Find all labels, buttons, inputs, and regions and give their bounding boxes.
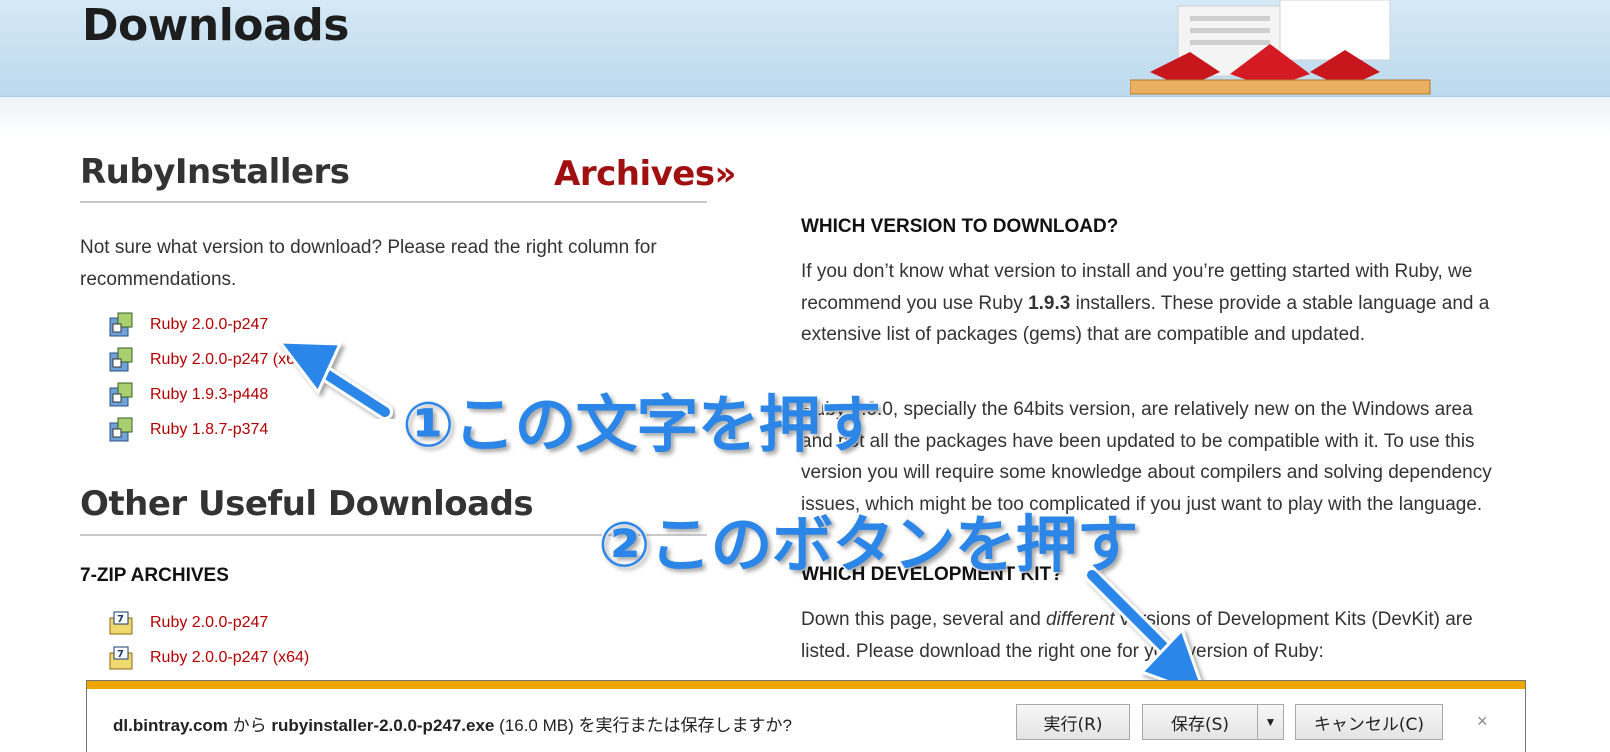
chevron-down-icon: ▼: [1264, 715, 1277, 729]
other-downloads-heading: Other Useful Downloads: [80, 484, 534, 524]
which-version-heading: WHICH VERSION TO DOWNLOAD?: [801, 216, 1119, 237]
ruby-1.9.3-p448-link[interactable]: Ruby 1.9.3-p448: [150, 386, 268, 404]
ruby-gems-illustration-icon: [1130, 0, 1431, 95]
which-version-paragraph-1: If you don’t know what version to instal…: [801, 256, 1501, 351]
save-options-dropdown[interactable]: ▼: [1258, 704, 1284, 740]
text-fragment: から: [227, 716, 272, 735]
7zip-archive-icon: 7: [109, 611, 133, 634]
installers-divider: [80, 201, 707, 203]
download-question: を実行または保存しますか?: [578, 716, 792, 735]
cancel-button[interactable]: キャンセル(C): [1295, 704, 1443, 740]
7zip-archive-icon: 7: [109, 646, 133, 669]
header-shadow: [0, 97, 1610, 137]
list-item: Ruby 1.9.3-p448: [108, 377, 309, 412]
page-title: Downloads: [82, 0, 349, 51]
recommended-version: 1.9.3: [1028, 292, 1071, 314]
zip-ruby-2.0.0-p247-link[interactable]: Ruby 2.0.0-p247: [150, 614, 268, 632]
close-icon[interactable]: ×: [1477, 711, 1488, 732]
list-item: 7 Ruby 2.0.0-p247: [108, 605, 309, 640]
zip-ruby-2.0.0-p247-x64-link[interactable]: Ruby 2.0.0-p247 (x64): [150, 649, 309, 667]
archives-link[interactable]: Archives»: [554, 154, 737, 194]
text-fragment: Down this page, several and: [801, 609, 1047, 630]
zip-archives-heading: 7-ZIP ARCHIVES: [80, 565, 229, 586]
svg-text:7: 7: [117, 649, 124, 660]
annotation-step-1: ①この文字を押す: [401, 387, 883, 463]
list-item: Ruby 2.0.0-p247 (x64): [108, 342, 309, 377]
annotation-step-2: ②このボタンを押す: [597, 507, 1140, 583]
installer-icon: [109, 347, 133, 371]
download-message: dl.bintray.com から rubyinstaller-2.0.0-p2…: [113, 711, 792, 736]
ruby-1.8.7-p374-link[interactable]: Ruby 1.8.7-p374: [150, 421, 268, 439]
list-item: 7 Ruby 2.0.0-p247 (x64): [108, 640, 309, 675]
installers-heading: RubyInstallers: [80, 152, 350, 192]
run-button[interactable]: 実行(R): [1016, 704, 1130, 740]
ruby-2.0.0-p247-link[interactable]: Ruby 2.0.0-p247: [150, 316, 268, 334]
list-item: Ruby 2.0.0-p247: [108, 307, 309, 342]
save-button[interactable]: 保存(S): [1142, 704, 1258, 740]
download-host: dl.bintray.com: [113, 716, 228, 735]
download-filename: rubyinstaller-2.0.0-p247.exe: [271, 716, 495, 735]
installer-icon: [109, 312, 133, 336]
ruby-2.0.0-p247-x64-link[interactable]: Ruby 2.0.0-p247 (x64): [150, 351, 309, 369]
emphasis: different: [1046, 609, 1115, 630]
devkit-paragraph: Down this page, several and different ve…: [801, 604, 1501, 667]
page-header: Downloads: [0, 0, 1610, 97]
svg-text:7: 7: [117, 614, 124, 625]
zip-list: 7 Ruby 2.0.0-p247 7 Ruby 2.0.0-p247 (x64…: [108, 605, 309, 675]
download-size: (16.0 MB): [494, 716, 579, 735]
download-bar-accent: [87, 681, 1525, 689]
installer-icon: [109, 417, 133, 441]
download-notification-bar: dl.bintray.com から rubyinstaller-2.0.0-p2…: [86, 680, 1526, 752]
installers-intro: Not sure what version to download? Pleas…: [80, 237, 657, 290]
installer-icon: [109, 382, 133, 406]
list-item: Ruby 1.8.7-p374: [108, 412, 309, 447]
installer-list: Ruby 2.0.0-p247 Ruby 2.0.0-p247 (x64) Ru…: [108, 307, 309, 447]
